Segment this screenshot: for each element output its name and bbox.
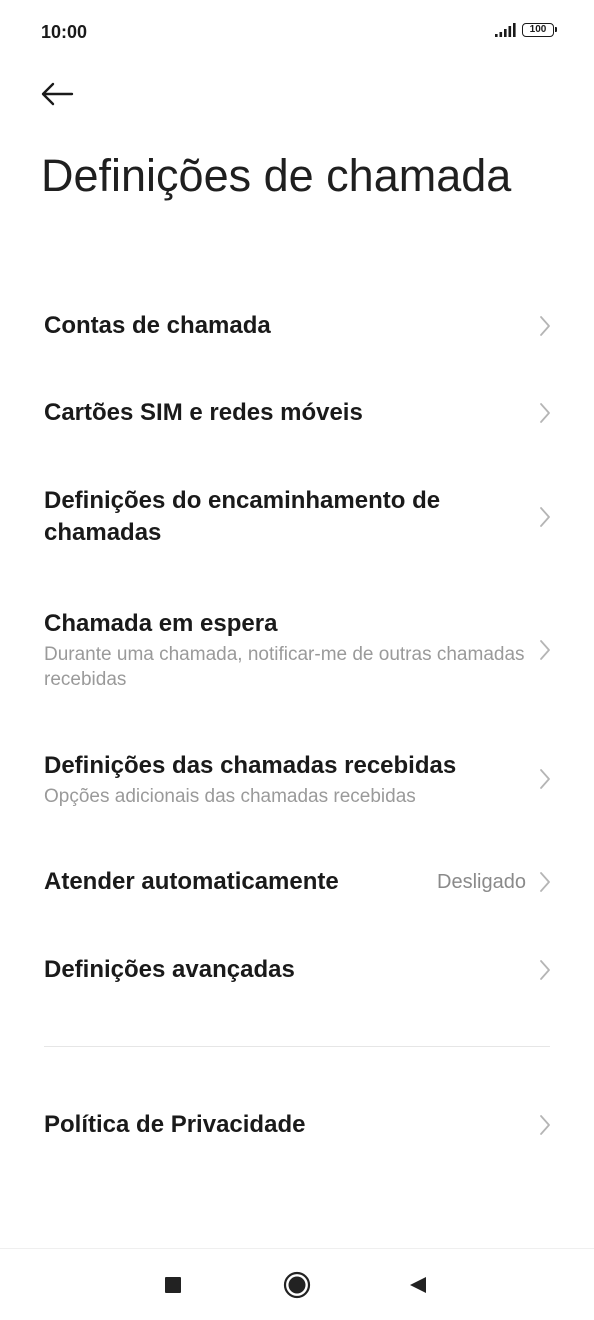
row-title: Política de Privacidade [44,1111,306,1138]
page-title: Definições de chamada [41,150,512,201]
chevron-right-icon [540,769,550,789]
row-subtitle: Opções adicionais das chamadas recebidas [44,785,416,807]
row-call-waiting[interactable]: Chamada em espera Durante uma chamada, n… [44,604,552,696]
back-triangle-icon[interactable] [408,1275,428,1295]
row-advanced-settings[interactable]: Definições avançadas [44,950,552,990]
row-call-accounts[interactable]: Contas de chamada [44,306,552,346]
back-button[interactable] [40,74,88,114]
row-call-forwarding[interactable]: Definições do encaminhamento de chamadas [44,484,552,550]
battery-level: 100 [529,24,547,35]
row-title: Definições do encaminhamento de chamadas [44,487,441,546]
chevron-right-icon [540,403,550,423]
home-icon[interactable] [283,1271,311,1299]
row-title: Contas de chamada [44,312,271,339]
status-time: 10:00 [41,22,88,42]
row-title: Definições das chamadas recebidas [44,751,457,779]
chevron-right-icon [540,316,550,336]
chevron-right-icon [540,872,550,892]
section-divider [44,1046,550,1047]
row-subtitle: Durante uma chamada, notificar-me de out… [44,644,525,690]
chevron-right-icon [540,640,550,660]
row-title: Definições avançadas [44,956,295,983]
recents-icon[interactable] [165,1277,181,1293]
row-sim-networks[interactable]: Cartões SIM e redes móveis [44,393,552,433]
status-icons: 100 [495,23,557,37]
call-settings-screen: 10:00 100 Definições de chamada Contas d… [0,0,594,1320]
status-bar: 10:00 100 [0,0,594,64]
row-title: Chamada em espera [44,610,278,637]
chevron-right-icon [540,960,550,980]
row-title: Cartões SIM e redes móveis [44,399,363,426]
arrow-left-icon [41,82,74,106]
row-value: Desligado [437,870,526,893]
chevron-right-icon [540,1115,550,1135]
row-auto-answer[interactable]: Atender automaticamente Desligado [44,862,552,902]
navigation-bar [0,1248,594,1320]
row-title: Atender automaticamente [44,868,339,895]
signal-icon [495,23,516,37]
chevron-right-icon [540,507,550,527]
row-incoming-calls[interactable]: Definições das chamadas recebidas Opções… [44,747,552,811]
row-privacy-policy[interactable]: Política de Privacidade [44,1105,552,1145]
battery-icon: 100 [522,23,557,37]
